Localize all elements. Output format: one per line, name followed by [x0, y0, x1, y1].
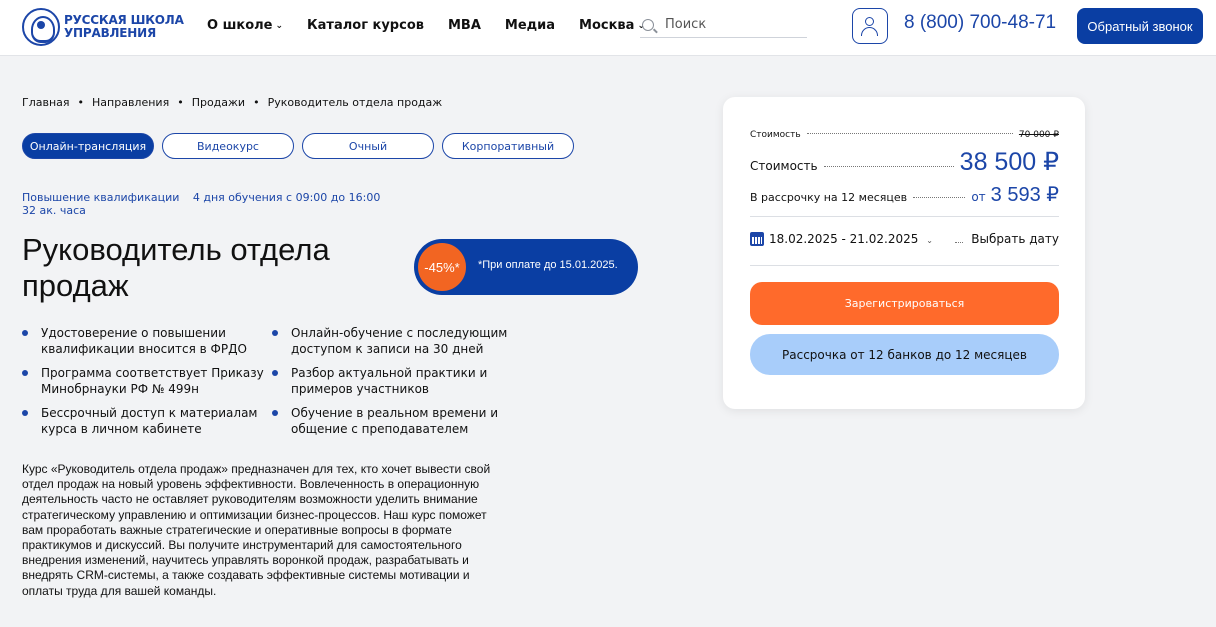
date-select[interactable]: 18.02.2025 - 21.02.2025 ⌄: [769, 232, 933, 246]
calendar-icon: [750, 232, 764, 246]
course-description: Курс «Руководитель отдела продаж» предна…: [22, 462, 491, 598]
feature-text: Программа соответствует Приказу Минобрна…: [41, 366, 264, 396]
nav-item-city[interactable]: Москва ⌄: [579, 18, 645, 33]
old-price: 70 000 ₽: [1018, 130, 1059, 140]
date-row: 18.02.2025 - 21.02.2025 ⌄ Выбрать дату: [750, 232, 1059, 246]
logo-text: РУССКАЯ ШКОЛА УПРАВЛЕНИЯ: [64, 14, 184, 40]
installment-price: 3 593 ₽: [990, 184, 1059, 206]
tab-corporate[interactable]: Корпоративный: [442, 133, 574, 159]
list-item: Программа соответствует Приказу Минобрна…: [22, 365, 272, 397]
chevron-down-icon: ⌄: [926, 236, 933, 245]
logo-line-2: УПРАВЛЕНИЯ: [64, 26, 157, 40]
list-item: Разбор актуальной практики и примеров уч…: [272, 365, 522, 397]
nav-item-label: О школе: [207, 18, 273, 33]
installment-row: В рассрочку на 12 месяцев от 3 593 ₽: [750, 182, 1059, 207]
dotted-leader: [823, 166, 954, 167]
nav-item-label: Москва: [579, 18, 635, 33]
search-input[interactable]: [665, 17, 795, 32]
nav-item-about[interactable]: О школе ⌄: [207, 18, 283, 33]
chevron-down-icon: ⌄: [275, 20, 284, 31]
page-title: Руководитель отдела продаж: [22, 232, 330, 303]
old-price-label: Стоимость: [750, 130, 801, 140]
date-range-text: 18.02.2025 - 21.02.2025: [769, 232, 919, 246]
feature-list: Удостоверение о повышении квалификации в…: [22, 325, 522, 437]
nav-item-label: MBA: [447, 18, 481, 33]
nav-item-label: Каталог курсов: [307, 18, 424, 33]
installment-from: от: [971, 190, 986, 204]
feature-text: Обучение в реальном времени и общение с …: [291, 406, 499, 436]
discount-note: *При оплате до 15.01.2025.: [478, 259, 618, 271]
tab-offline[interactable]: Очный: [302, 133, 434, 159]
breadcrumb: Главная • Направления • Продажи • Руково…: [22, 96, 442, 109]
installment-button[interactable]: Рассрочка от 12 банков до 12 месяцев: [750, 334, 1059, 375]
callback-button[interactable]: Обратный звонок: [1077, 8, 1203, 44]
dotted-leader: [954, 241, 964, 243]
choose-date-link[interactable]: Выбрать дату: [971, 232, 1059, 246]
feature-text: Онлайн-обучение с последующим доступом к…: [291, 326, 508, 356]
logo-emblem-icon: [22, 8, 60, 46]
phone-link[interactable]: 8 (800) 700-48-71: [904, 12, 1056, 34]
account-button[interactable]: [852, 8, 888, 44]
breadcrumb-item[interactable]: Направления: [92, 96, 169, 109]
bullet-icon: [272, 410, 278, 416]
divider: [750, 216, 1059, 217]
price-card: Стоимость 70 000 ₽ Стоимость 38 500 ₽ В …: [723, 97, 1085, 409]
feature-text: Удостоверение о повышении квалификации в…: [41, 326, 247, 356]
feature-text: Разбор актуальной практики и примеров уч…: [291, 366, 488, 396]
current-price: 38 500 ₽: [959, 148, 1059, 176]
bullet-icon: [22, 410, 28, 416]
breadcrumb-separator: •: [77, 96, 85, 109]
price-label: Стоимость: [750, 159, 818, 173]
discount-value: -45%*: [416, 241, 468, 293]
nav-item-mba[interactable]: MBA: [448, 18, 481, 33]
installment-label: В рассрочку на 12 месяцев: [750, 191, 908, 204]
breadcrumb-separator: •: [253, 96, 260, 109]
breadcrumb-item[interactable]: Главная: [22, 96, 70, 109]
feature-text: Бессрочный доступ к материалам курса в л…: [41, 406, 258, 436]
tab-videocourse[interactable]: Видеокурс: [162, 133, 294, 159]
format-tabs: Онлайн-трансляция Видеокурс Очный Корпор…: [22, 133, 582, 159]
search-icon: [642, 18, 654, 31]
course-schedule: 4 дня обучения с 09:00 до 16:00: [192, 191, 381, 204]
divider: [750, 265, 1059, 266]
course-meta: Повышение квалификации 4 дня обучения с …: [22, 191, 390, 217]
dotted-leader: [806, 133, 1013, 134]
nav-item-label: Медиа: [504, 18, 556, 33]
main-nav: О школе ⌄ Каталог курсов MBA Медиа Москв…: [207, 18, 669, 33]
price-row: Стоимость 38 500 ₽: [750, 147, 1059, 177]
bullet-icon: [272, 330, 278, 336]
bullet-icon: [22, 370, 28, 376]
user-icon-body: [861, 27, 878, 36]
discount-badge: -45%* *При оплате до 15.01.2025.: [414, 239, 638, 295]
nav-item-catalog[interactable]: Каталог курсов: [307, 18, 424, 33]
site-header: РУССКАЯ ШКОЛА УПРАВЛЕНИЯ О школе ⌄ Катал…: [0, 0, 1216, 56]
list-item: Удостоверение о повышении квалификации в…: [22, 325, 272, 357]
bullet-icon: [22, 330, 28, 336]
tab-online[interactable]: Онлайн-трансляция: [22, 133, 154, 159]
user-icon: [865, 17, 874, 26]
logo[interactable]: РУССКАЯ ШКОЛА УПРАВЛЕНИЯ: [22, 8, 184, 46]
list-item: Онлайн-обучение с последующим доступом к…: [272, 325, 522, 357]
search-box: [640, 12, 807, 38]
course-hours: 32 ак. часа: [22, 204, 86, 217]
register-button[interactable]: Зарегистрироваться: [750, 282, 1059, 325]
breadcrumb-separator: •: [177, 96, 184, 109]
breadcrumb-item[interactable]: Продажи: [192, 96, 245, 109]
old-price-row: Стоимость 70 000 ₽: [750, 130, 1059, 140]
bullet-icon: [272, 370, 278, 376]
list-item: Обучение в реальном времени и общение с …: [272, 405, 522, 437]
dotted-leader: [913, 197, 966, 198]
course-type: Повышение квалификации: [22, 191, 180, 204]
nav-item-media[interactable]: Медиа: [505, 18, 555, 33]
list-item: Бессрочный доступ к материалам курса в л…: [22, 405, 272, 437]
breadcrumb-current: Руководитель отдела продаж: [267, 96, 443, 109]
